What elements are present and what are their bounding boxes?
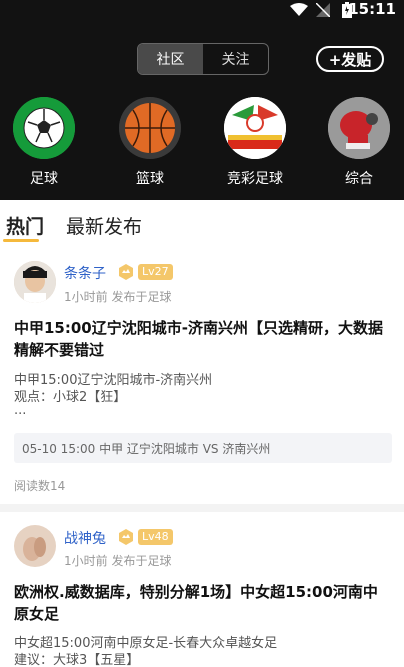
tab-latest[interactable]: 最新发布 (66, 212, 142, 239)
post-title[interactable]: 中甲15:00辽宁沈阳城市-济南兴州【只选精研，大数据精解不要错过 (14, 317, 392, 361)
post-title[interactable]: 欧洲权.威数据库，特别分解1场】中女超15:00河南中原女足 (14, 581, 392, 625)
category-label: 综合 (345, 171, 373, 187)
category-general[interactable]: 综合 (324, 97, 394, 188)
category-basketball[interactable]: 篮球 (115, 97, 185, 188)
match-info: 05-10 15:00 中甲 辽宁沈阳城市 VS 济南兴州 (22, 441, 271, 456)
post-meta: 1小时前 发布于足球 (64, 554, 172, 568)
username[interactable]: 条条子 (64, 263, 106, 283)
segment-control: 社区 关注 (137, 43, 269, 75)
status-time: 15:11 (348, 0, 396, 18)
level-badge: Lv48 (138, 529, 173, 545)
basketball-icon (119, 97, 181, 159)
post-meta: 1小时前 发布于足球 (64, 290, 172, 304)
category-soccer[interactable]: 足球 (9, 97, 79, 188)
level-badge-icon (118, 264, 134, 280)
avatar[interactable] (14, 261, 56, 303)
feed-card: 热门 最新发布 条条子 Lv27 1小时前 发布于足球 中甲15:00辽宁沈阳城… (0, 200, 404, 667)
signal-icon (315, 2, 331, 21)
wifi-icon (290, 2, 308, 21)
status-bar: 15:11 (0, 0, 404, 22)
category-lottery-soccer[interactable]: 竞彩足球 (220, 97, 290, 188)
post-body-line: ... (14, 403, 27, 418)
category-label: 竞彩足球 (227, 171, 283, 187)
post-body-line: 建议：大球3【五星】 (14, 653, 140, 667)
tab-community[interactable]: 社区 (138, 44, 203, 74)
header: 15:11 社区 关注 +发贴 足球 篮球 竞彩足球 综合 (0, 0, 404, 200)
feed-tabs: 热门 最新发布 (6, 212, 164, 239)
tab-follow[interactable]: 关注 (203, 44, 268, 74)
post-body-line: 观点：小球2【狂】 (14, 390, 127, 405)
new-post-button[interactable]: +发贴 (316, 46, 384, 72)
match-info-bar[interactable]: 05-10 15:00 中甲 辽宁沈阳城市 VS 济南兴州 (14, 433, 392, 463)
avatar[interactable] (14, 525, 56, 567)
tab-hot[interactable]: 热门 (6, 212, 44, 239)
read-count: 阅读数14 (14, 479, 66, 493)
category-label: 足球 (30, 171, 58, 187)
soccer-ball-icon (13, 97, 75, 159)
boxing-glove-icon (328, 97, 390, 159)
level-badge-icon (118, 529, 134, 545)
active-tab-indicator (3, 239, 39, 242)
level-badge: Lv27 (138, 264, 173, 280)
divider (0, 504, 404, 512)
username[interactable]: 战神兔 (64, 528, 106, 548)
category-label: 篮球 (136, 171, 164, 187)
lottery-soccer-icon (224, 97, 286, 159)
